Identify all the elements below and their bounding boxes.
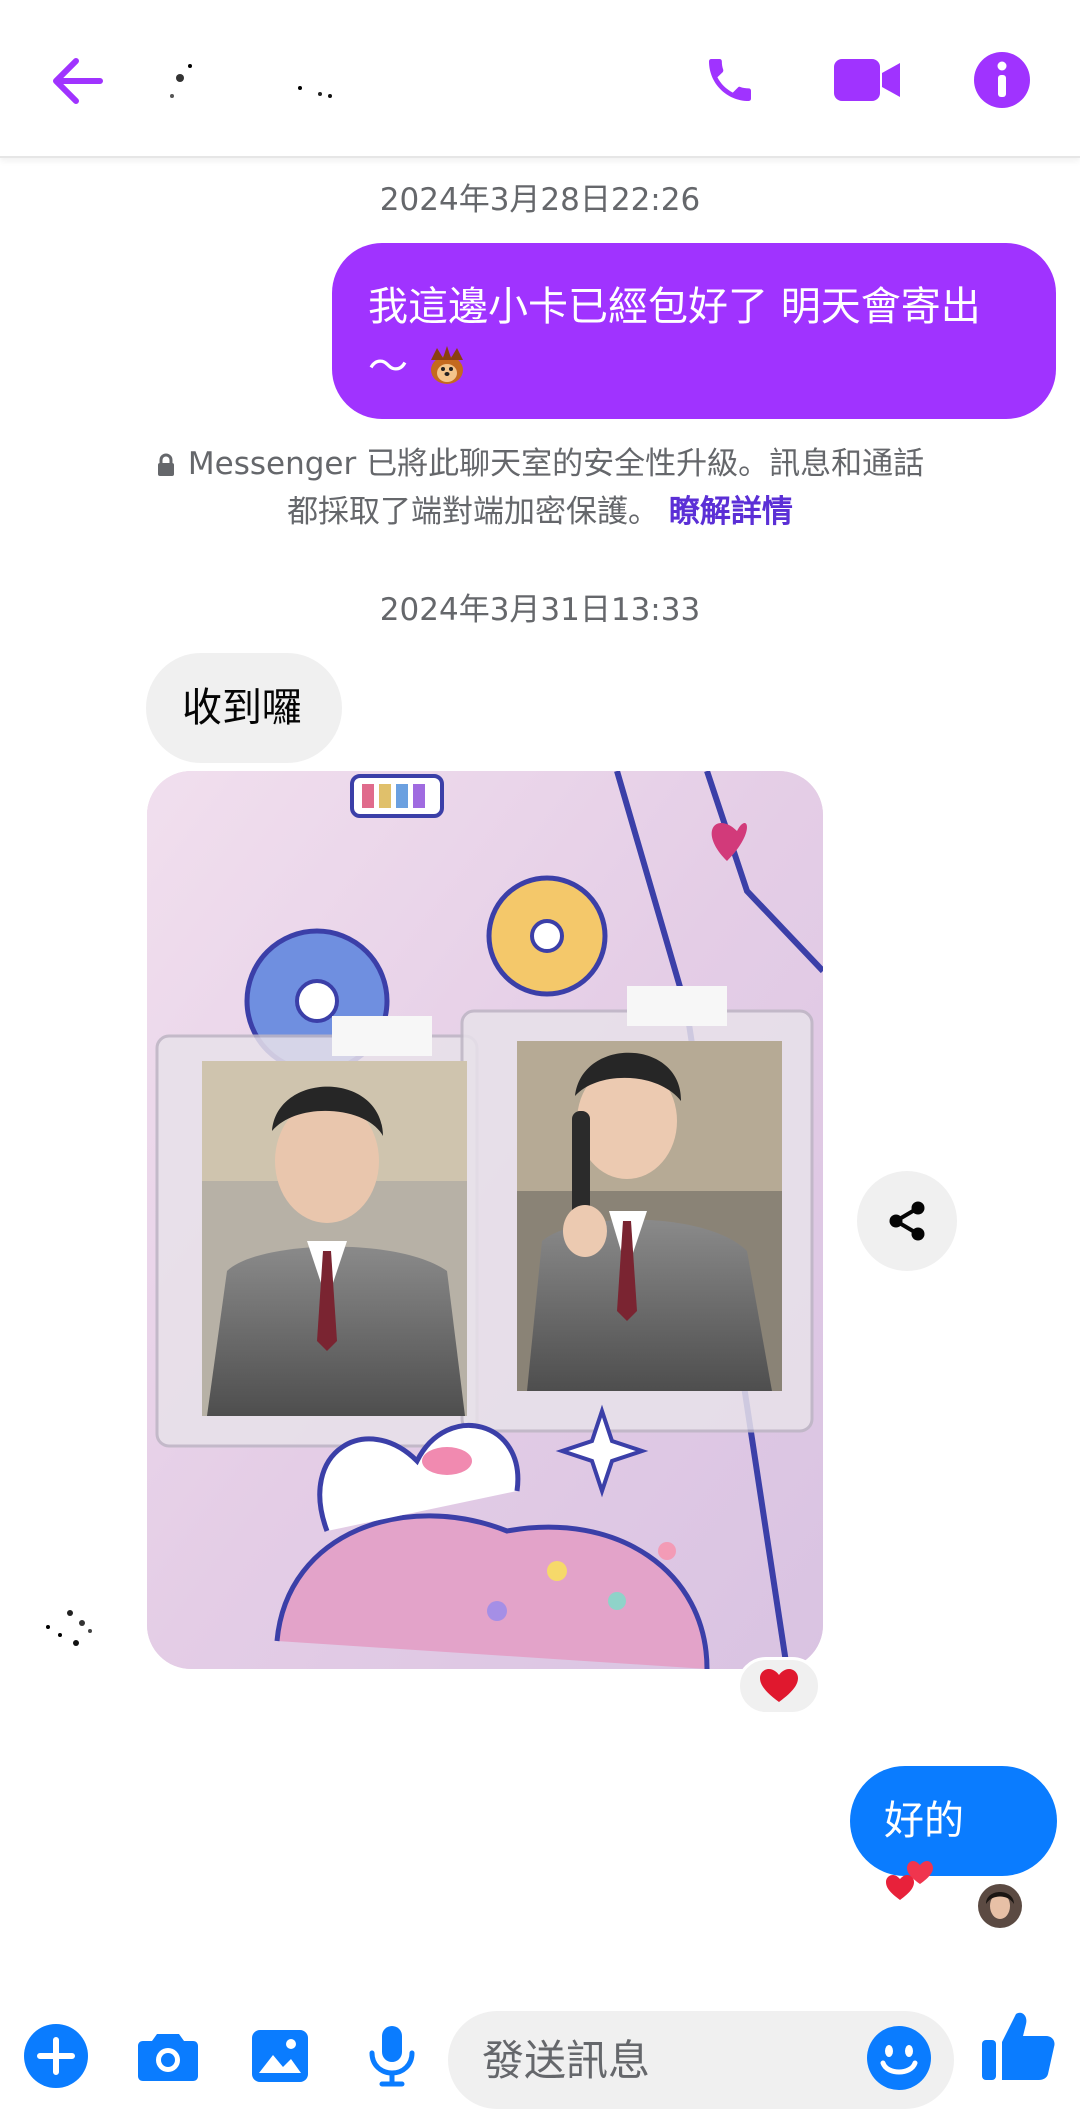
message-text: 好的 (884, 1798, 964, 1844)
encryption-notice: Messenger 已將此聊天室的安全性升級。訊息和通話都採取了端對端加密保護。… (150, 440, 930, 536)
sender-avatar[interactable] (30, 1585, 114, 1669)
plus-icon (24, 2024, 88, 2088)
redacted-avatar-icon (46, 1610, 92, 1646)
info-button[interactable] (962, 40, 1042, 120)
image-icon (252, 2030, 308, 2082)
learn-more-link[interactable]: 瞭解詳情 (669, 494, 793, 530)
heart-reaction[interactable] (737, 1657, 821, 1715)
camera-button[interactable] (132, 2020, 204, 2092)
contact-avatar-and-name[interactable] (150, 36, 350, 126)
camera-icon (138, 2034, 198, 2081)
thumbs-up-icon[interactable] (978, 2006, 1058, 2086)
video-call-button[interactable] (822, 40, 912, 120)
two-hearts-emoji-icon (886, 1861, 933, 1900)
share-button[interactable] (857, 1171, 957, 1271)
lock-icon (157, 453, 174, 476)
outgoing-message[interactable]: 好的 (850, 1766, 1057, 1900)
incoming-message[interactable]: 收到囉 (146, 653, 342, 763)
video-camera-icon (834, 59, 900, 101)
arrow-left-icon (53, 58, 103, 104)
share-icon (889, 1201, 925, 1241)
hedgehog-emoji-icon (430, 346, 463, 384)
microphone-icon (369, 2026, 415, 2087)
call-button[interactable] (690, 40, 770, 120)
read-receipt-avatar (978, 1884, 1022, 1928)
info-icon (974, 52, 1030, 108)
chat-header (0, 0, 1080, 158)
back-button[interactable] (40, 42, 112, 120)
gallery-button[interactable] (244, 2020, 316, 2092)
timestamp: 2024年3月31日13:33 (379, 592, 701, 628)
message-input[interactable] (482, 2033, 862, 2087)
outgoing-message[interactable]: 我這邊小卡已經包好了 明天會寄出～ (332, 243, 1056, 419)
timestamp: 2024年3月28日22:26 (379, 182, 701, 218)
voice-button[interactable] (356, 2020, 428, 2092)
emoji-icon[interactable] (866, 2025, 932, 2091)
heart-icon (760, 1669, 798, 1702)
phone-icon (709, 59, 751, 101)
notice-text: Messenger 已將此聊天室的安全性升級。訊息和通話都採取了端對端加密保護。 (187, 446, 925, 530)
redacted-contact-icon (170, 64, 332, 98)
photocard-photo (147, 771, 823, 1669)
more-actions-button[interactable] (20, 2020, 92, 2092)
photo-message[interactable] (147, 771, 823, 1669)
